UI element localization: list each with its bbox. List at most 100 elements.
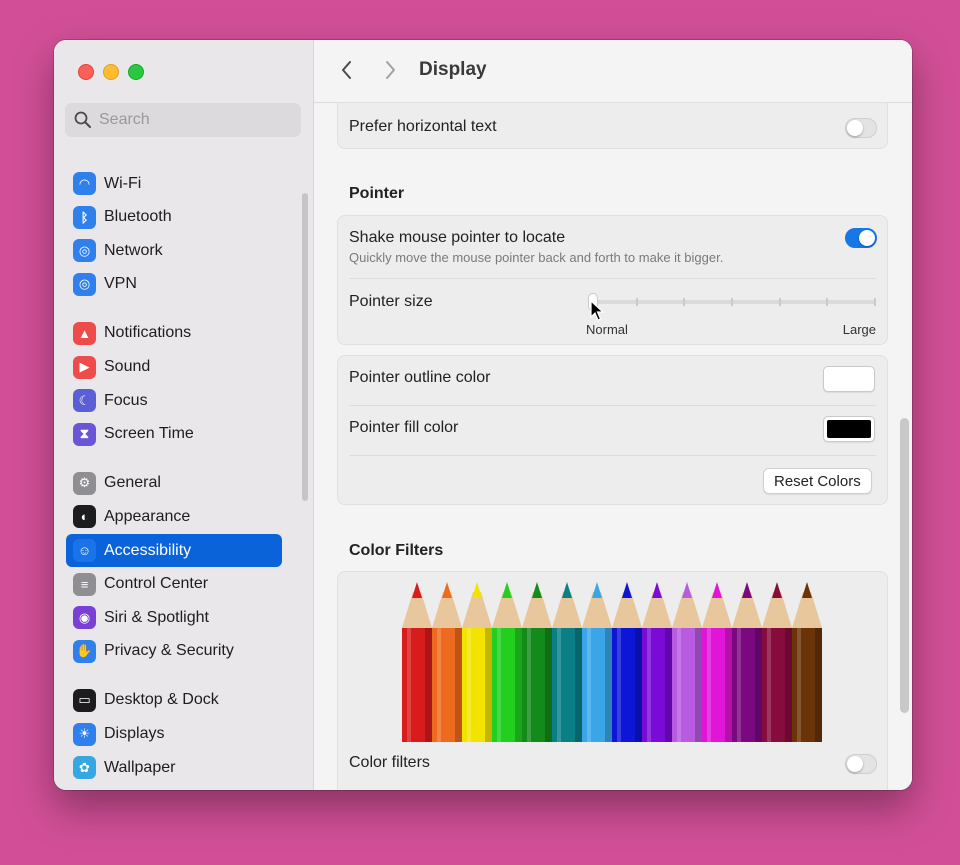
fill-color-swatch [827,420,871,438]
sidebar-item-desktop-dock[interactable]: ▭ Desktop & Dock [66,684,282,717]
slider-tick [874,298,876,306]
divider [349,455,876,456]
sidebar-item-wi-fi[interactable]: ◠ Wi-Fi [66,167,282,200]
settings-window: Search ◠ Wi-Fi ᛒ Bluetooth ◎ Network ◎ VPN ▲ Noti… [54,40,912,790]
sidebar-item-bluetooth[interactable]: ᛒ Bluetooth [66,201,282,234]
divider [349,740,876,741]
toggle-knob [847,120,863,136]
pointer-card: Shake mouse pointer to locate Quickly mo… [337,215,888,345]
back-chevron-icon[interactable] [336,58,358,82]
reset-colors-button[interactable]: Reset Colors [763,468,872,494]
shake-label: Shake mouse pointer to locate [349,229,566,246]
sidebar-item-label: Control Center [104,575,209,593]
pencil [702,582,732,742]
pointer-section-heading: Pointer [349,185,405,202]
search-icon [74,111,91,128]
fill-color-label: Pointer fill color [349,419,459,436]
moon-icon: ☾ [73,389,96,413]
globe-icon: ◎ [73,239,96,263]
speaker-icon: ▶ [73,355,96,379]
divider [349,278,876,279]
siri-icon: ◉ [73,606,96,630]
fill-color-well[interactable] [823,416,875,442]
sidebar-item-focus[interactable]: ☾ Focus [66,384,282,417]
slider-tick [636,298,638,306]
sidebar-item-privacy-security[interactable]: ✋ Privacy & Security [66,635,282,668]
sidebar-item-appearance[interactable]: ◐ Appearance [66,500,282,533]
color-filters-label: Color filters [349,754,430,771]
pencil [402,582,432,742]
minimize-button[interactable] [103,64,119,80]
window-controls [78,64,144,80]
sidebar-item-label: VPN [104,275,137,293]
sidebar-item-label: Desktop & Dock [104,691,219,709]
prefer-horizontal-label: Prefer horizontal text [349,118,497,135]
sidebar-item-label: Bluetooth [104,208,172,226]
titlebar: Display [314,40,912,103]
pencil [792,582,822,742]
slider-tick [731,298,733,306]
appearance-icon: ◐ [73,505,96,529]
sidebar-item-accessibility[interactable]: ☺ Accessibility [66,534,282,567]
sidebar-item-siri-spotlight[interactable]: ◉ Siri & Spotlight [66,601,282,634]
pointer-size-label: Pointer size [349,293,433,310]
outline-color-well[interactable] [823,366,875,392]
color-filters-heading: Color Filters [349,542,444,559]
sidebar-item-displays[interactable]: ☀ Displays [66,718,282,751]
flower-icon: ✿ [73,756,96,780]
prefer-horizontal-card: Prefer horizontal text [337,102,888,149]
toggle-knob [859,230,875,246]
pencil [732,582,762,742]
sidebar-item-label: Screen Time [104,425,194,443]
pencil [762,582,792,742]
sidebar-item-screen-time[interactable]: ⧗ Screen Time [66,418,282,451]
color-filters-toggle[interactable] [845,754,877,774]
hourglass-icon: ⧗ [73,422,96,446]
wifi-icon: ◠ [73,172,96,195]
close-button[interactable] [78,64,94,80]
shake-description: Quickly move the mouse pointer back and … [349,250,724,265]
forward-chevron-icon[interactable] [379,58,401,82]
main-scrollbar[interactable] [900,418,909,713]
sidebar-item-wallpaper[interactable]: ✿ Wallpaper [66,751,282,784]
sidebar-item-notifications[interactable]: ▲ Notifications [66,317,282,350]
slider-min-label: Normal [586,322,628,337]
pencil [552,582,582,742]
sidebar-item-vpn[interactable]: ◎ VPN [66,268,282,301]
sidebar-item-label: Sound [104,358,151,375]
hand-icon: ✋ [73,639,96,663]
pencil [612,582,642,742]
sidebar-item-general[interactable]: ⚙ General [66,467,282,500]
sidebar-item-network[interactable]: ◎ Network [66,234,282,267]
divider [349,405,876,406]
shake-toggle[interactable] [845,228,877,248]
main-pane: Display Prefer horizontal text Pointer S… [314,40,912,790]
sidebar-item-control-center[interactable]: ≡ Control Center [66,568,282,601]
sidebar-item-sound[interactable]: ▶ Sound [66,351,282,384]
search-placeholder: Search [99,111,150,128]
sidebar: Search ◠ Wi-Fi ᛒ Bluetooth ◎ Network ◎ VPN ▲ Noti… [54,40,314,790]
sidebar-item-label: Privacy & Security [104,642,234,660]
outline-color-label: Pointer outline color [349,369,491,386]
pointer-colors-card: Pointer outline color Pointer fill color… [337,355,888,505]
pencil [462,582,492,742]
zoom-button[interactable] [128,64,144,80]
sidebar-item-label: Displays [104,725,165,742]
bluetooth-icon: ᛒ [73,205,96,229]
color-pencils-image [402,582,822,742]
sidebar-item-label: Appearance [104,507,191,525]
pencil [432,582,462,742]
sidebar-item-label: Focus [104,391,148,409]
dock-icon: ▭ [73,688,96,712]
sidebar-item-label: General [104,474,161,492]
slider-tick [779,298,781,306]
prefer-horizontal-toggle[interactable] [845,118,877,138]
pointer-size-slider[interactable]: Normal Large [586,293,876,337]
sidebar-item-label: Siri & Spotlight [104,608,209,626]
sidebar-item-label: Notifications [104,324,192,342]
slider-tick [683,298,685,306]
sidebar-item-label: Network [104,241,163,259]
sidebar-scrollbar[interactable] [302,193,308,501]
sidebar-item-label: Wallpaper [104,758,176,776]
search-field[interactable]: Search [65,103,301,137]
